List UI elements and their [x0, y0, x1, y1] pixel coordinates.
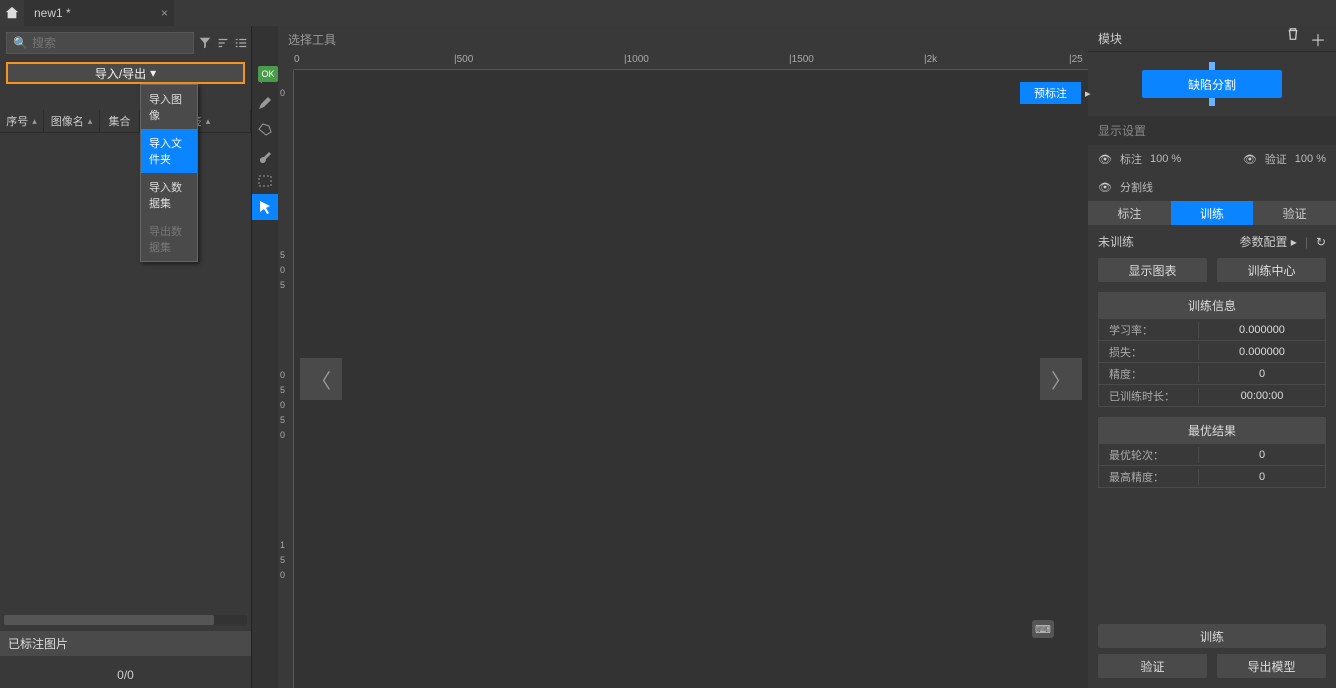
train-info-block: 训练信息 学习率：0.000000 损失：0.000000 精度：0 已训练时长… — [1098, 292, 1326, 407]
best-result-block: 最优结果 最优轮次：0 最高精度：0 — [1098, 417, 1326, 488]
export-model-button[interactable]: 导出模型 — [1217, 654, 1326, 678]
defect-segmentation-button[interactable]: 缺陷分割 — [1142, 70, 1282, 98]
tool-pen[interactable] — [252, 90, 278, 116]
tab-title: new1 * — [34, 6, 71, 20]
import-export-button[interactable]: 导入/导出 ▾ — [6, 62, 245, 84]
display-row-2: 👁 分割线 — [1088, 173, 1336, 201]
search-wrap: 🔍 — [6, 32, 194, 54]
predict-strip: 预标注 ▸ — [1020, 82, 1091, 104]
chevron-down-icon: ▾ — [150, 66, 156, 80]
train-button[interactable]: 训练 — [1098, 624, 1326, 648]
filter-icon[interactable] — [198, 34, 212, 52]
tool-brush[interactable] — [252, 142, 278, 168]
right-panel: 模块 ＋ 缺陷分割 显示设置 👁 标注 100 % 👁 验证 100 % 👁 分… — [1088, 26, 1336, 688]
train-center-button[interactable]: 训练中心 — [1217, 258, 1326, 282]
table-header: 序号▴ 图像名▴ 集合 标签▴ — [0, 110, 251, 133]
home-button[interactable] — [0, 0, 24, 26]
next-image-button[interactable]: 〉 — [1040, 358, 1082, 400]
col-set[interactable]: 集合 — [100, 110, 140, 132]
list-icon[interactable] — [234, 34, 248, 52]
import-export-menu: 导入图像 导入文件夹 导入数据集 导出数据集 — [140, 84, 198, 262]
ruler-horizontal: 0 |500 |1000 |1500 |2k |25 — [294, 52, 1088, 70]
keyboard-icon[interactable]: ⌨ — [1032, 620, 1054, 638]
tool-column — [252, 26, 278, 688]
predict-button[interactable]: 预标注 — [1020, 82, 1081, 104]
display-row-1: 👁 标注 100 % 👁 验证 100 % — [1088, 145, 1336, 173]
show-chart-button[interactable]: 显示图表 — [1098, 258, 1207, 282]
trash-icon[interactable] — [1286, 27, 1300, 51]
tab-bar: new1 * × — [0, 0, 1336, 26]
add-icon[interactable]: ＋ — [1310, 27, 1326, 51]
prev-image-button[interactable]: 〈 — [300, 358, 342, 400]
tool-cursor[interactable] — [252, 194, 278, 220]
search-input[interactable] — [32, 36, 187, 50]
tab-train[interactable]: 训练 — [1171, 201, 1254, 225]
param-config-button[interactable]: 参数配置 ▸ — [1239, 233, 1296, 250]
tab-annotate[interactable]: 标注 — [1088, 201, 1171, 225]
ruler-vertical: 0 5 0 5 0 5 0 5 0 1 5 0 — [278, 70, 294, 688]
sort-indicator-icon: ▴ — [88, 116, 93, 127]
predict-more[interactable]: ▸ — [1081, 82, 1091, 104]
tool-polygon[interactable] — [252, 116, 278, 142]
horizontal-scrollbar[interactable] — [4, 615, 247, 625]
display-settings-title: 显示设置 — [1088, 116, 1336, 145]
sort-indicator-icon: ▴ — [32, 116, 37, 127]
menu-import-folder[interactable]: 导入文件夹 — [141, 129, 197, 173]
document-tab[interactable]: new1 * × — [24, 0, 174, 26]
close-icon[interactable]: × — [161, 6, 168, 20]
eye-icon[interactable]: 👁 — [1098, 153, 1112, 166]
image-list — [0, 133, 251, 615]
home-icon — [5, 6, 19, 20]
eye-icon[interactable]: 👁 — [1243, 153, 1257, 166]
menu-import-image[interactable]: 导入图像 — [141, 85, 197, 129]
module-label: 模块 — [1098, 30, 1122, 47]
verify-button[interactable]: 验证 — [1098, 654, 1207, 678]
left-panel: 🔍 导入/导出 ▾ 序号▴ 图像名▴ 集合 标签▴ 已标注图片 — [0, 26, 252, 688]
eye-icon[interactable]: 👁 — [1098, 181, 1112, 194]
tool-rect[interactable] — [252, 168, 278, 194]
ok-button[interactable]: OK — [258, 66, 278, 82]
canvas-area: 选择工具 0 |500 |1000 |1500 |2k |25 0 5 0 5 … — [278, 26, 1088, 688]
col-index[interactable]: 序号▴ — [0, 110, 44, 132]
canvas-tool-title: 选择工具 — [278, 26, 1088, 52]
not-trained-label: 未训练 — [1098, 233, 1134, 250]
sort-indicator-icon: ▴ — [206, 116, 211, 127]
annotated-section-title: 已标注图片 — [0, 631, 251, 656]
sort-icon[interactable] — [216, 34, 230, 52]
col-name[interactable]: 图像名▴ — [44, 110, 100, 132]
menu-import-dataset[interactable]: 导入数据集 — [141, 173, 197, 217]
canvas[interactable]: 〈 〉 — [294, 70, 1088, 688]
tab-verify[interactable]: 验证 — [1253, 201, 1336, 225]
menu-export-dataset: 导出数据集 — [141, 217, 197, 261]
image-count: 0/0 — [0, 662, 251, 688]
mode-tabs: 标注 训练 验证 — [1088, 201, 1336, 225]
import-export-label: 导入/导出 — [95, 65, 146, 82]
search-icon: 🔍 — [13, 36, 28, 50]
scrollbar-thumb[interactable] — [4, 615, 214, 625]
refresh-icon[interactable]: ↻ — [1316, 235, 1326, 249]
